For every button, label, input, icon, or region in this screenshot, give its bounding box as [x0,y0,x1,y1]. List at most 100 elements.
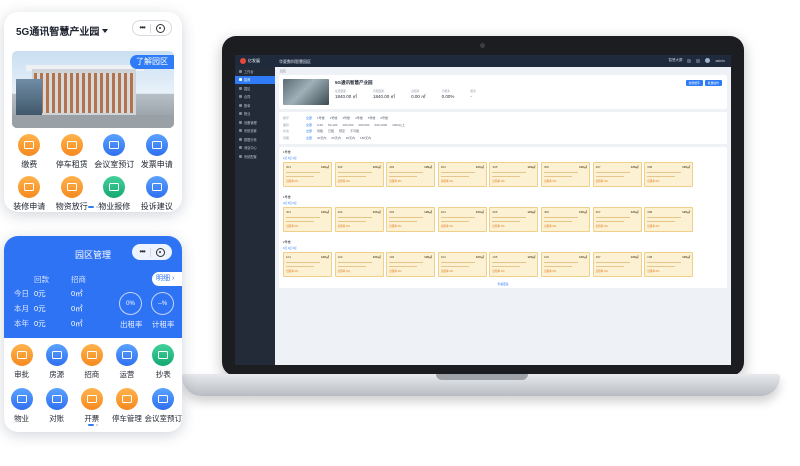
unit-card[interactable]: 302 120㎡ 出租率 0% [334,162,384,187]
unit-card[interactable]: 108 120㎡ 出租率 0% [644,252,694,277]
detail-link[interactable]: 明细 › [152,272,182,286]
sidebar-item[interactable]: 账单 [235,101,275,110]
filter-option[interactable]: 90天内 [346,136,355,140]
filter-option[interactable]: 5号楼 [368,116,376,120]
more-icon[interactable]: ••• [139,248,145,256]
management-item[interactable]: 对账 [39,388,74,424]
filter-option[interactable]: 全部 [306,123,312,127]
filter-option[interactable]: 1号楼 [317,116,325,120]
unit-card[interactable]: 301 120㎡ 出租率 0% [283,162,332,187]
filter-option[interactable]: 50-100 [328,123,337,127]
unit-card[interactable]: 403 120㎡ 出租率 0% [386,207,436,232]
sidebar-item[interactable]: 园区 [235,84,275,93]
filter-option[interactable]: 2号楼 [330,116,338,120]
close-icon[interactable] [155,247,165,257]
filter-option[interactable]: 4号楼 [355,116,363,120]
add-building-button[interactable]: 新增楼宇 [685,80,703,86]
service-item[interactable]: 物资放行 [51,176,94,212]
filter-option[interactable]: 0-50 [317,123,323,127]
menu-icon [239,137,242,141]
filter-option[interactable]: 6号楼 [380,116,388,120]
sidebar-item[interactable]: 合同 [235,93,275,102]
unit-card[interactable]: 107 120㎡ 出租率 0% [592,252,642,277]
unit-card[interactable]: 104 120㎡ 出租率 0% [437,252,487,277]
message-icon[interactable] [687,58,692,63]
management-item[interactable]: 审批 [4,344,39,380]
service-item[interactable]: 投诉建议 [136,176,179,212]
service-item[interactable]: 发票申请 [136,134,179,170]
unit-card[interactable]: 106 120㎡ 出租率 0% [540,252,590,277]
unit-card[interactable]: 305 120㎡ 出租率 0% [489,162,539,187]
sidebar-item[interactable]: 系统设置 [235,127,275,136]
service-item[interactable]: 会议室预订 [93,134,136,170]
unit-card[interactable]: 103 120㎡ 出租率 0% [386,252,436,277]
filter-option[interactable]: 1000以上 [392,123,405,127]
filter-option[interactable]: 100-200 [342,123,353,127]
unit-card[interactable]: 401 120㎡ 出租率 0% [283,207,332,232]
filter-option[interactable]: 180天内 [360,136,371,140]
filter-option[interactable]: 待租 [317,129,323,133]
unit-area: 120㎡ [320,165,329,169]
service-item[interactable]: 停车租赁 [51,134,94,170]
dashboard-link[interactable]: 智慧大屏 [668,58,682,63]
app-logo[interactable]: 亿发展 [240,58,260,64]
filter-option[interactable]: 不可租 [350,129,359,133]
service-item[interactable]: 物业报修 [93,176,136,212]
sidebar-item[interactable]: 招商 [235,75,275,84]
avatar[interactable] [705,58,711,63]
more-link[interactable]: 查看更多 [279,282,727,288]
management-item[interactable]: 招商 [74,344,109,380]
sidebar-item[interactable]: 工作台 [235,67,275,76]
unit-card[interactable]: 407 120㎡ 出租率 0% [592,207,642,232]
park-banner[interactable]: 了解园区 [12,51,174,128]
service-item[interactable]: 装修申请 [8,176,51,212]
management-item[interactable]: 会议室预订 [145,388,182,424]
sidebar-item[interactable]: 消息中心 [235,144,275,153]
learn-park-button[interactable]: 了解园区 [130,55,174,69]
unit-card[interactable]: 408 120㎡ 出租率 0% [644,207,694,232]
more-icon[interactable]: ••• [139,24,145,32]
filter-option[interactable]: 200-500 [358,123,369,127]
unit-card[interactable]: 102 120㎡ 出租率 0% [334,252,384,277]
service-item[interactable]: 缴费 [8,134,51,170]
batch-action-button[interactable]: 批量操作 [704,80,722,86]
filter-option[interactable]: 30天内 [317,136,326,140]
unit-card[interactable]: 105 120㎡ 出租率 0% [489,252,539,277]
filter-option[interactable]: 全部 [306,136,312,140]
unit-card[interactable]: 304 120㎡ 出租率 0% [437,162,487,187]
management-item[interactable]: 物业 [4,388,39,424]
menu-icon [239,129,242,133]
bell-icon[interactable] [696,58,701,63]
management-item[interactable]: 房源 [39,344,74,380]
management-item[interactable]: 开票 [74,388,109,424]
close-icon[interactable] [155,23,165,33]
user-name[interactable]: admin [715,59,725,63]
sidebar-item[interactable]: 设备管理 [235,118,275,127]
management-item[interactable]: 抄表 [145,344,183,380]
unit-card[interactable]: 406 120㎡ 出租率 0% [540,207,590,232]
filter-option[interactable]: 预定 [339,129,345,133]
unit-card[interactable]: 101 120㎡ 出租率 0% [283,252,332,277]
sidebar-item[interactable]: 系统配置 [235,152,275,161]
filter-option[interactable]: 500-1000 [374,123,387,127]
filter-option[interactable]: 3号楼 [342,116,350,120]
filter-option[interactable]: 已租 [328,129,334,133]
unit-card[interactable]: 306 120㎡ 出租率 0% [540,162,590,187]
unit-card[interactable]: 303 120㎡ 出租率 0% [386,162,436,187]
unit-card[interactable]: 405 120㎡ 出租率 0% [489,207,539,232]
filter-option[interactable]: 全部 [306,129,312,133]
unit-card[interactable]: 404 120㎡ 出租率 0% [437,207,487,232]
management-item[interactable]: 运营 [109,344,144,380]
filter-option[interactable]: 60天内 [331,136,340,140]
unit-area: 120㎡ [372,165,381,169]
management-label: 对账 [49,414,65,423]
unit-card[interactable]: 307 120㎡ 出租率 0% [592,162,642,187]
filter-option[interactable]: 全部 [306,116,312,120]
unit-card[interactable]: 402 120㎡ 出租率 0% [334,207,384,232]
sidebar-item[interactable]: 物业 [235,110,275,119]
unit-card[interactable]: 308 120㎡ 出租率 0% [644,162,694,187]
park-selector[interactable]: 5G通讯智慧产业园 [16,23,109,38]
unit-divider [286,266,314,267]
sidebar-item[interactable]: 数据分析 [235,135,275,144]
management-item[interactable]: 停车管理 [109,388,144,424]
